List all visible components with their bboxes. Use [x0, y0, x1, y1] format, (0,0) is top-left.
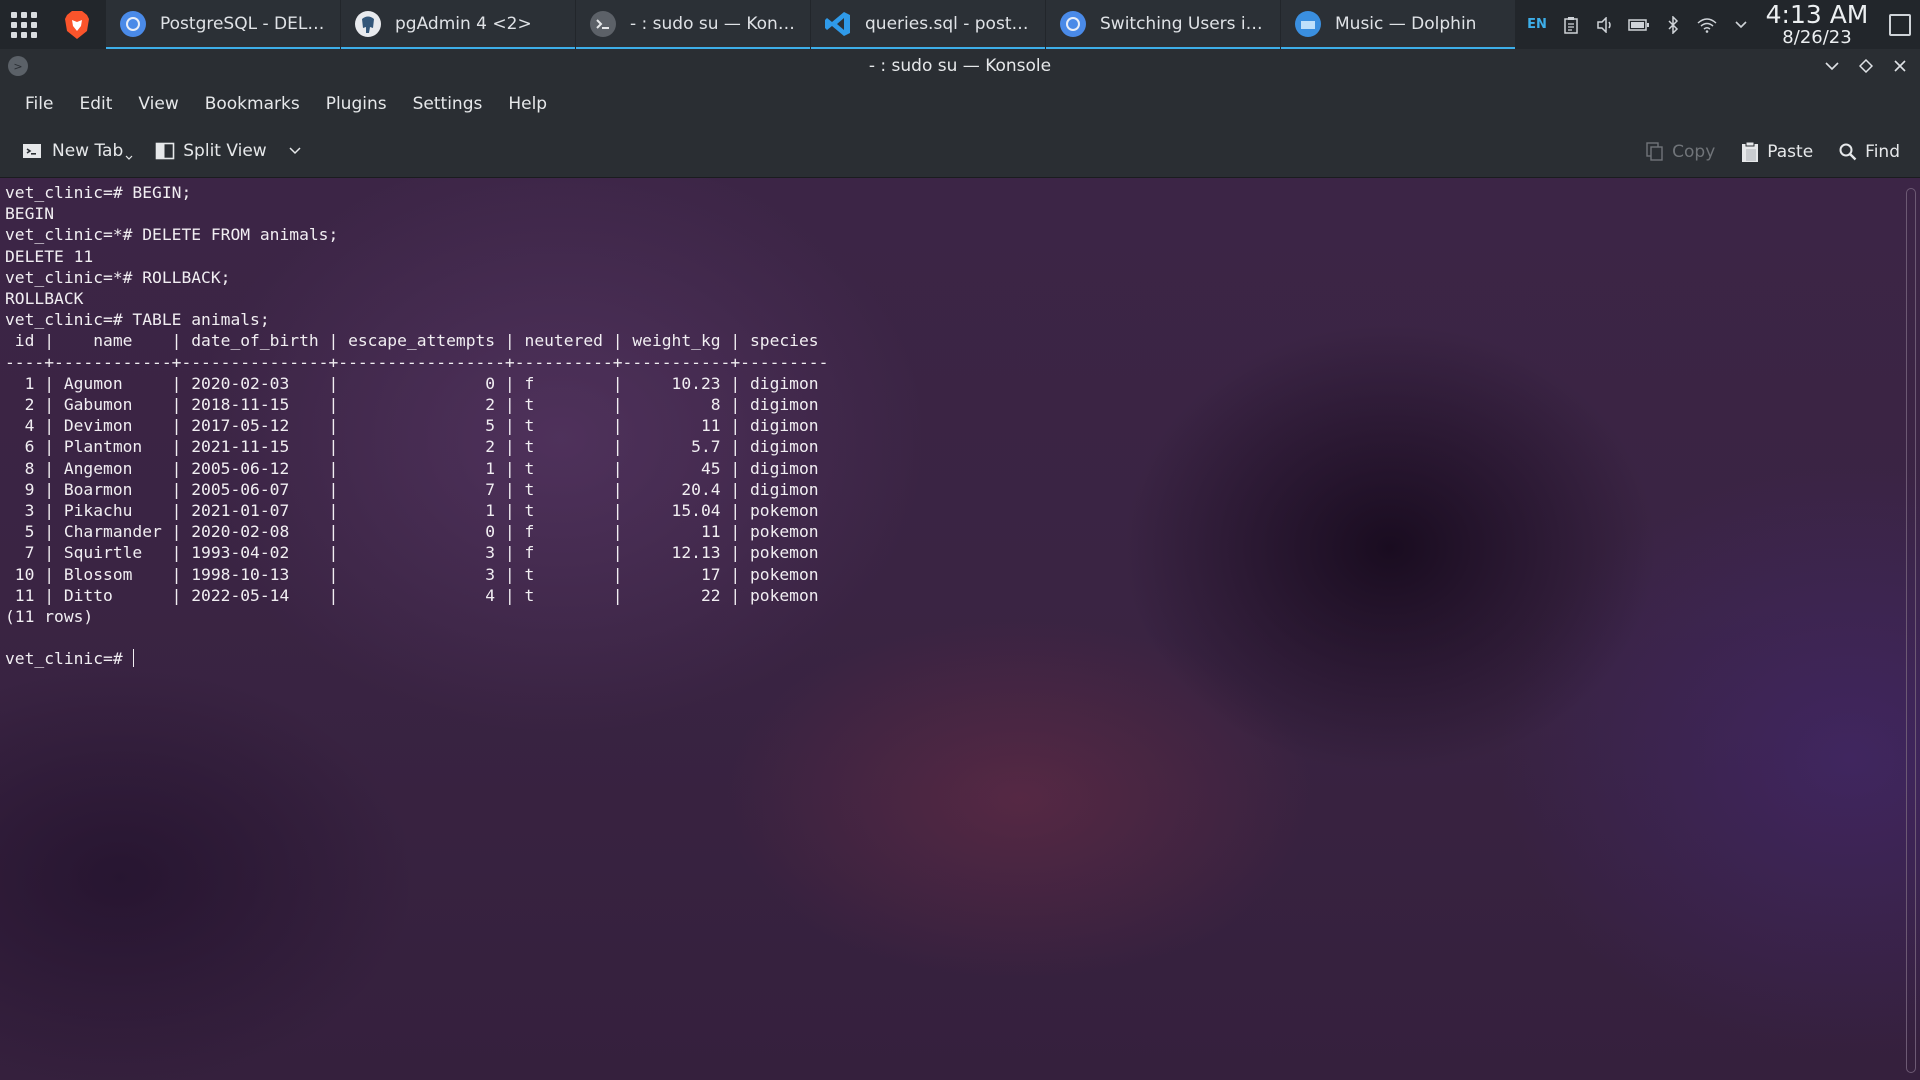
show-desktop-icon: [1889, 13, 1911, 36]
konsole-icon: [588, 9, 618, 39]
paste-icon: [1742, 141, 1759, 162]
dolphin-folder-icon: [1293, 9, 1323, 39]
task-label: - : sudo su — Konsole: [630, 13, 798, 34]
diamond-icon: [1859, 59, 1873, 73]
table-row: 10 | Blossom | 1998-10-13 | 3 | t | 17 |…: [5, 564, 819, 584]
toolbar: New Tab Split View Copy Paste Find: [0, 125, 1920, 178]
table-row: 3 | Pikachu | 2021-01-07 | 1 | t | 15.04…: [5, 501, 819, 521]
table-row: 8 | Angemon | 2005-06-12 | 1 | t | 45 | …: [5, 458, 819, 478]
bluetooth-icon[interactable]: [1656, 0, 1690, 49]
command-prompt[interactable]: vet_clinic=#: [5, 649, 132, 668]
table-header: id | name | date_of_birth | escape_attem…: [5, 331, 819, 351]
minimize-button[interactable]: [1820, 54, 1844, 78]
task-postgresql-delete[interactable]: PostgreSQL - DELET...: [106, 0, 340, 49]
vscode-icon: [823, 9, 853, 39]
copy-label: Copy: [1672, 141, 1716, 162]
table-row: 4 | Devimon | 2017-05-12 | 5 | t | 11 | …: [5, 416, 819, 436]
menu-bookmarks[interactable]: Bookmarks: [192, 88, 313, 120]
paste-button[interactable]: Paste: [1731, 135, 1823, 169]
paste-label: Paste: [1767, 141, 1814, 162]
battery-icon[interactable]: [1622, 0, 1656, 49]
terminal-line: vet_clinic=# TABLE animals;: [5, 310, 270, 330]
split-view-button[interactable]: Split View: [145, 135, 312, 167]
table-separator: ----+------------+---------------+------…: [5, 352, 829, 372]
chromium-icon: [1058, 9, 1088, 39]
terminal-line: vet_clinic=# BEGIN;: [5, 183, 192, 202]
konsole-window-icon[interactable]: >: [8, 56, 28, 76]
chevron-down-icon: [1825, 62, 1839, 71]
app-grid-icon: [11, 11, 37, 38]
task-label: Switching Users in P...: [1100, 13, 1268, 34]
task-dolphin-music[interactable]: Music — Dolphin: [1281, 0, 1515, 49]
split-view-icon: [155, 142, 175, 160]
terminal-area[interactable]: vet_clinic=# BEGIN; BEGIN vet_clinic=*# …: [0, 178, 1920, 1080]
table-row: 5 | Charmander | 2020-02-08 | 0 | f | 11…: [5, 522, 819, 542]
task-pgadmin[interactable]: pgAdmin 4 <2>: [341, 0, 575, 49]
menu-plugins[interactable]: Plugins: [313, 88, 400, 120]
row-count: (11 rows): [5, 607, 94, 627]
window-controls: [1820, 49, 1912, 83]
system-tray: EN 4:13 AM 8/26/23: [1520, 0, 1920, 49]
menu-edit[interactable]: Edit: [66, 88, 125, 120]
copy-icon: [1646, 141, 1663, 161]
dropdown-corner-icon: [125, 155, 133, 160]
table-row: 6 | Plantmon | 2021-11-15 | 2 | t | 5.7 …: [5, 437, 819, 457]
chevron-down-icon[interactable]: [287, 145, 303, 157]
terminal-line: DELETE 11: [5, 246, 94, 266]
menu-view[interactable]: View: [125, 88, 191, 120]
chromium-icon: [118, 9, 148, 39]
digital-clock[interactable]: 4:13 AM 8/26/23: [1762, 2, 1872, 47]
clipboard-icon[interactable]: [1554, 0, 1588, 49]
show-desktop-button[interactable]: [1880, 0, 1920, 49]
window-title: - : sudo su — Konsole: [868, 56, 1052, 76]
task-label: PostgreSQL - DELET...: [160, 13, 328, 34]
task-label: pgAdmin 4 <2>: [395, 13, 532, 34]
copy-button[interactable]: Copy: [1636, 136, 1725, 168]
table-row: 1 | Agumon | 2020-02-03 | 0 | f | 10.23 …: [5, 373, 819, 393]
brave-lion-icon: [65, 10, 89, 39]
find-button[interactable]: Find: [1829, 136, 1910, 168]
menu-help[interactable]: Help: [495, 88, 560, 120]
task-label: queries.sql - postgre...: [865, 13, 1033, 34]
window-titlebar[interactable]: > - : sudo su — Konsole: [0, 49, 1920, 83]
terminal-line: ROLLBACK: [5, 289, 84, 309]
clock-time: 4:13 AM: [1765, 0, 1869, 29]
terminal-line: vet_clinic=*# ROLLBACK;: [5, 267, 231, 287]
menu-settings[interactable]: Settings: [400, 88, 496, 120]
new-tab-button[interactable]: New Tab: [12, 134, 143, 168]
text-cursor: [133, 649, 135, 668]
menu-file[interactable]: File: [12, 88, 66, 120]
table-row: 11 | Ditto | 2022-05-14 | 4 | t | 22 | p…: [5, 585, 819, 605]
new-tab-label: New Tab: [52, 141, 124, 161]
close-icon: [1894, 60, 1906, 72]
clock-date: 8/26/23: [1782, 27, 1852, 48]
volume-icon[interactable]: [1588, 0, 1622, 49]
pinned-brave-button[interactable]: [48, 0, 106, 49]
app-launcher-button[interactable]: [0, 0, 48, 49]
taskbar: PostgreSQL - DELET... pgAdmin 4 <2> - : …: [0, 0, 1920, 49]
pgadmin-elephant-icon: [353, 9, 383, 39]
search-icon: [1839, 143, 1857, 160]
close-button[interactable]: [1888, 54, 1912, 78]
wifi-icon[interactable]: [1690, 0, 1724, 49]
terminal-line: BEGIN: [5, 204, 55, 224]
table-row: 2 | Gabumon | 2018-11-15 | 2 | t | 8 | d…: [5, 395, 819, 415]
task-konsole[interactable]: - : sudo su — Konsole: [576, 0, 810, 49]
new-tab-icon: [23, 144, 41, 158]
maximize-button[interactable]: [1854, 54, 1878, 78]
split-view-label: Split View: [183, 141, 267, 161]
terminal-output: vet_clinic=# BEGIN; BEGIN vet_clinic=*# …: [5, 182, 828, 670]
terminal-line: vet_clinic=*# DELETE FROM animals;: [5, 225, 339, 245]
task-vscode[interactable]: queries.sql - postgre...: [811, 0, 1045, 49]
menu-bar: File Edit View Bookmarks Plugins Setting…: [0, 83, 1920, 125]
table-row: 7 | Squirtle | 1993-04-02 | 3 | f | 12.1…: [5, 543, 819, 563]
table-row: 9 | Boarmon | 2005-06-07 | 7 | t | 20.4 …: [5, 479, 819, 499]
terminal-scrollbar[interactable]: [1906, 188, 1916, 1073]
task-label: Music — Dolphin: [1335, 13, 1477, 34]
task-switching-users[interactable]: Switching Users in P...: [1046, 0, 1280, 49]
keyboard-layout-indicator[interactable]: EN: [1520, 0, 1554, 49]
tray-expand-chevron-icon[interactable]: [1724, 0, 1758, 49]
find-label: Find: [1865, 141, 1900, 162]
